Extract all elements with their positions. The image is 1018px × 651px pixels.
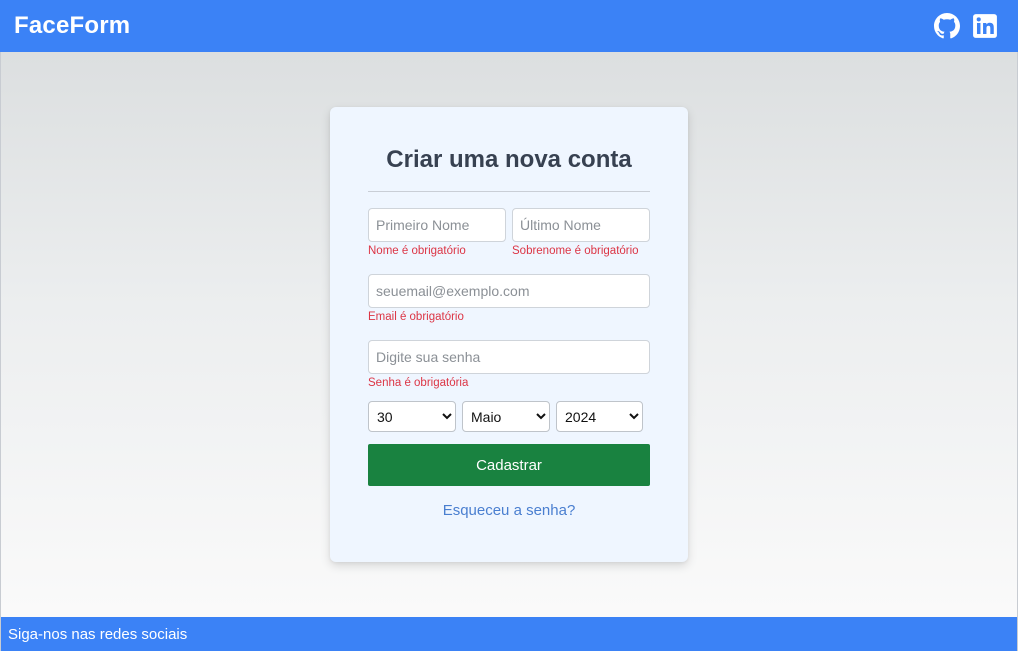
password-input[interactable] (368, 340, 650, 374)
last-name-error: Sobrenome é obrigatório (512, 245, 639, 257)
forgot-password-link[interactable]: Esqueceu a senha? (368, 502, 650, 519)
footer-text: Siga-nos nas redes sociais (8, 625, 188, 643)
first-name-input[interactable] (368, 208, 506, 242)
divider (368, 191, 650, 192)
social-links (934, 13, 998, 39)
first-name-error: Nome é obrigatório (368, 245, 466, 257)
submit-button[interactable]: Cadastrar (368, 444, 650, 486)
year-select[interactable]: 2024 (556, 401, 643, 432)
password-group: Senha é obrigatória (368, 340, 650, 390)
last-name-input[interactable] (512, 208, 650, 242)
email-error: Email é obrigatório (368, 311, 464, 323)
email-group: Email é obrigatório (368, 274, 650, 324)
first-name-group: Nome é obrigatório (368, 208, 506, 258)
day-select[interactable]: 30 (368, 401, 456, 432)
main-content: Criar uma nova conta Nome é obrigatório … (1, 52, 1017, 617)
linkedin-icon[interactable] (972, 13, 998, 39)
last-name-group: Sobrenome é obrigatório (512, 208, 650, 258)
password-error: Senha é obrigatória (368, 377, 469, 389)
form-title: Criar uma nova conta (386, 146, 632, 173)
email-input[interactable] (368, 274, 650, 308)
brand-logo[interactable]: FaceForm (14, 12, 130, 40)
top-navbar: FaceForm (0, 0, 1018, 52)
signup-card: Criar uma nova conta Nome é obrigatório … (330, 107, 688, 562)
birthdate-row: 30 Maio 2024 (368, 401, 650, 432)
name-row: Nome é obrigatório Sobrenome é obrigatór… (368, 208, 650, 258)
month-select[interactable]: Maio (462, 401, 550, 432)
github-icon[interactable] (934, 13, 960, 39)
footer-bar: Siga-nos nas redes sociais (1, 617, 1017, 651)
